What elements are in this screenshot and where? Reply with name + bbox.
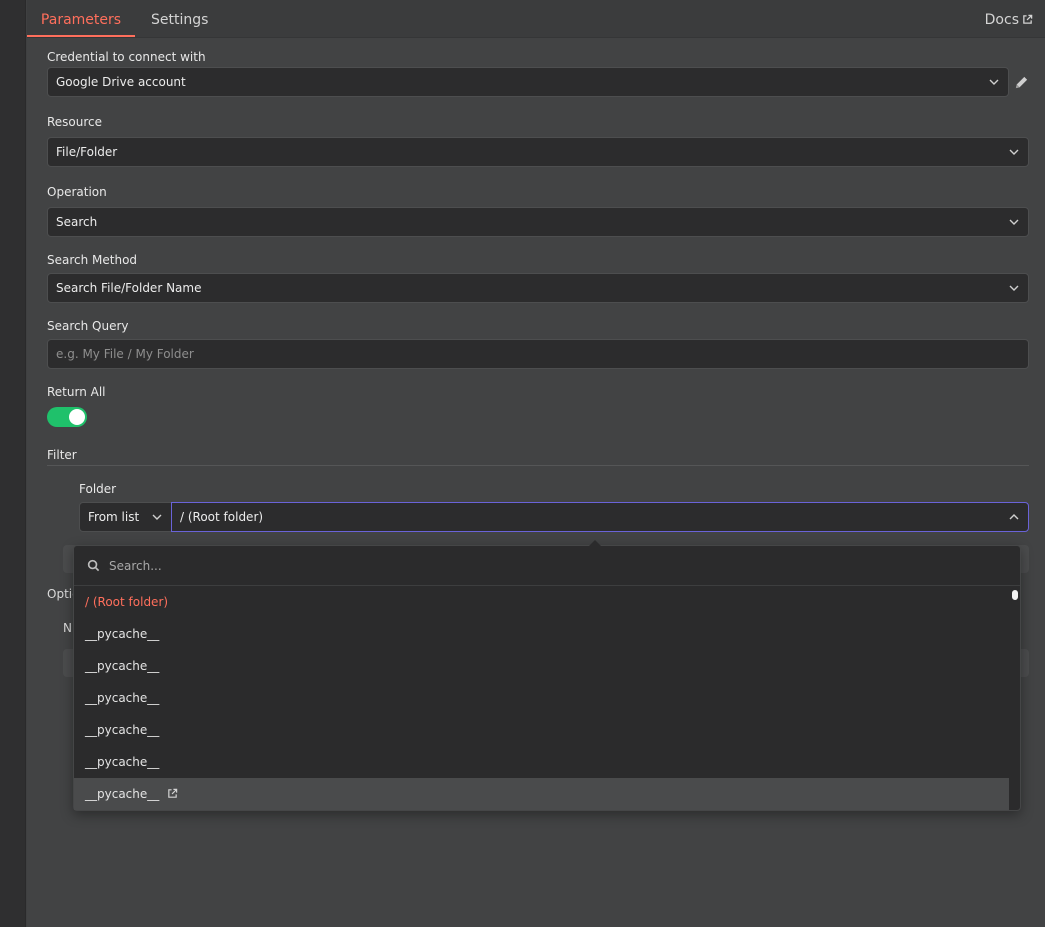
list-item-hovered[interactable]: __pycache__ [74, 778, 1009, 810]
chevron-down-icon [989, 79, 999, 85]
resource-label: Resource [47, 115, 103, 129]
docs-link[interactable]: Docs [985, 0, 1033, 38]
chevron-up-icon [1009, 514, 1019, 520]
chevron-down-icon [1009, 285, 1019, 291]
resource-select[interactable]: File/Folder [47, 137, 1029, 167]
list-item-label: __pycache__ [85, 691, 160, 705]
chevron-down-icon [152, 514, 162, 520]
folder-mode-value: From list [88, 510, 140, 524]
folder-dropdown: Search... / (Root folder) __pycache__ __… [73, 540, 1021, 811]
search-query-input[interactable]: e.g. My File / My Folder [47, 339, 1029, 369]
list-item[interactable]: __pycache__ [74, 682, 1009, 714]
filter-divider [47, 465, 1029, 466]
options-item-label: N [63, 621, 72, 635]
operation-label: Operation [47, 185, 107, 199]
external-link-icon [1023, 14, 1033, 24]
external-link-icon[interactable] [167, 788, 178, 799]
list-item-label: __pycache__ [85, 723, 160, 737]
tab-bar: Parameters Settings Docs [27, 0, 1045, 38]
filter-label: Filter [47, 448, 77, 462]
return-all-label: Return All [47, 385, 106, 399]
credential-select[interactable]: Google Drive account [47, 67, 1009, 97]
edit-credential-icon[interactable] [1014, 75, 1029, 90]
list-item-label: / (Root folder) [85, 595, 169, 609]
resource-value: File/Folder [56, 145, 118, 159]
dropdown-search[interactable]: Search... [74, 546, 1020, 586]
search-icon [87, 559, 100, 572]
search-method-value: Search File/Folder Name [56, 281, 202, 295]
search-method-select[interactable]: Search File/Folder Name [47, 273, 1029, 303]
credential-value: Google Drive account [56, 75, 186, 89]
operation-value: Search [56, 215, 98, 229]
chevron-down-icon [1009, 219, 1019, 225]
list-item-label: __pycache__ [85, 787, 160, 801]
list-item-label: __pycache__ [85, 755, 160, 769]
folder-mode-select[interactable]: From list [79, 502, 172, 532]
toggle-knob [69, 409, 85, 425]
folder-label: Folder [79, 482, 117, 496]
folder-select[interactable]: / (Root folder) [171, 502, 1029, 532]
left-gutter [0, 0, 26, 927]
list-item[interactable]: __pycache__ [74, 650, 1009, 682]
dropdown-search-input[interactable]: Search... [109, 546, 162, 586]
credential-label: Credential to connect with [47, 50, 206, 64]
search-method-label: Search Method [47, 253, 138, 267]
docs-label: Docs [984, 12, 1019, 28]
node-parameters-panel: Parameters Settings Docs Credential to c… [27, 0, 1045, 927]
list-item[interactable]: __pycache__ [74, 746, 1009, 778]
list-item[interactable]: __pycache__ [74, 618, 1009, 650]
search-query-label: Search Query [47, 319, 129, 333]
operation-select[interactable]: Search [47, 207, 1029, 237]
list-item[interactable]: __pycache__ [74, 714, 1009, 746]
list-item-label: __pycache__ [85, 627, 160, 641]
list-item-label: __pycache__ [85, 659, 160, 673]
list-item-root-folder[interactable]: / (Root folder) [74, 586, 1009, 618]
dropdown-scrollbar[interactable] [1010, 588, 1020, 602]
chevron-down-icon [1009, 149, 1019, 155]
return-all-toggle[interactable] [47, 407, 87, 427]
tab-settings[interactable]: Settings [151, 0, 208, 37]
tab-parameters[interactable]: Parameters [27, 0, 135, 37]
folder-value: / (Root folder) [180, 510, 264, 524]
